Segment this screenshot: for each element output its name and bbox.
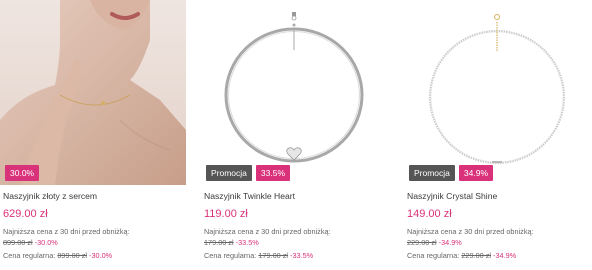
discount-badge: 33.5%: [255, 165, 291, 181]
product-title[interactable]: Naszyjnik złoty z sercem: [3, 191, 97, 201]
regular-price: 179.00 zł: [258, 251, 288, 260]
model-wearing-necklace-image: [0, 0, 186, 185]
regular-price: 229.00 zł: [461, 251, 491, 260]
lowest-percent: -33.5%: [235, 238, 259, 247]
badges: Promocja 34.9%: [409, 165, 494, 181]
regular-price-row: Cena regularna: 229.00 zł -34.9%: [407, 251, 516, 260]
product-title[interactable]: Naszyjnik Crystal Shine: [407, 191, 497, 201]
product-image[interactable]: 30.0%: [0, 0, 186, 185]
promo-badge: Promocja: [206, 165, 252, 181]
lowest-price: 229.00 zł: [407, 238, 437, 247]
product-price: 629.00 zł: [3, 208, 48, 220]
lowest-price-label: Najniższa cena z 30 dni przed obniżką:: [204, 227, 331, 236]
regular-percent: -34.9%: [493, 251, 517, 260]
lowest-price: 899.00 zł: [3, 238, 33, 247]
product-image[interactable]: Promocja 33.5%: [201, 0, 387, 185]
regular-price-label: Cena regularna:: [204, 251, 257, 260]
regular-percent: -30.0%: [89, 251, 113, 260]
regular-price-label: Cena regularna:: [407, 251, 460, 260]
badges: 30.0%: [5, 165, 40, 181]
discount-badge: 30.0%: [5, 165, 40, 181]
lowest-price-label: Najniższa cena z 30 dni przed obniżką:: [3, 227, 130, 236]
product-card[interactable]: 30.0% Naszyjnik złoty z sercem 629.00 zł…: [0, 0, 186, 270]
product-price: 119.00 zł: [204, 208, 248, 220]
crystal-necklace-image: [404, 0, 590, 185]
discount-badge: 34.9%: [458, 165, 494, 181]
lowest-price-row: 229.00 zł -34.9%: [407, 238, 462, 247]
silver-necklace-image: [201, 0, 387, 185]
product-card[interactable]: Promocja 34.9% Naszyjnik Crystal Shine 1…: [404, 0, 590, 270]
lowest-price-label: Najniższa cena z 30 dni przed obniżką:: [407, 227, 534, 236]
regular-price-row: Cena regularna: 179.00 zł -33.5%: [204, 251, 313, 260]
regular-percent: -33.5%: [290, 251, 314, 260]
lowest-price-row: 899.00 zł -30.0%: [3, 238, 58, 247]
regular-price-row: Cena regularna: 899.00 zł -30.0%: [3, 251, 112, 260]
product-grid: 30.0% Naszyjnik złoty z sercem 629.00 zł…: [0, 0, 592, 270]
product-image[interactable]: Promocja 34.9%: [404, 0, 590, 185]
lowest-price: 179.00 zł: [204, 238, 234, 247]
promo-badge: Promocja: [409, 165, 455, 181]
badges: Promocja 33.5%: [206, 165, 291, 181]
product-price: 149.00 zł: [407, 208, 452, 220]
lowest-percent: -34.9%: [438, 238, 462, 247]
lowest-percent: -30.0%: [34, 238, 58, 247]
product-card[interactable]: Promocja 33.5% Naszyjnik Twinkle Heart 1…: [201, 0, 387, 270]
product-title[interactable]: Naszyjnik Twinkle Heart: [204, 191, 295, 201]
regular-price: 899.00 zł: [57, 251, 87, 260]
lowest-price-row: 179.00 zł -33.5%: [204, 238, 259, 247]
regular-price-label: Cena regularna:: [3, 251, 56, 260]
